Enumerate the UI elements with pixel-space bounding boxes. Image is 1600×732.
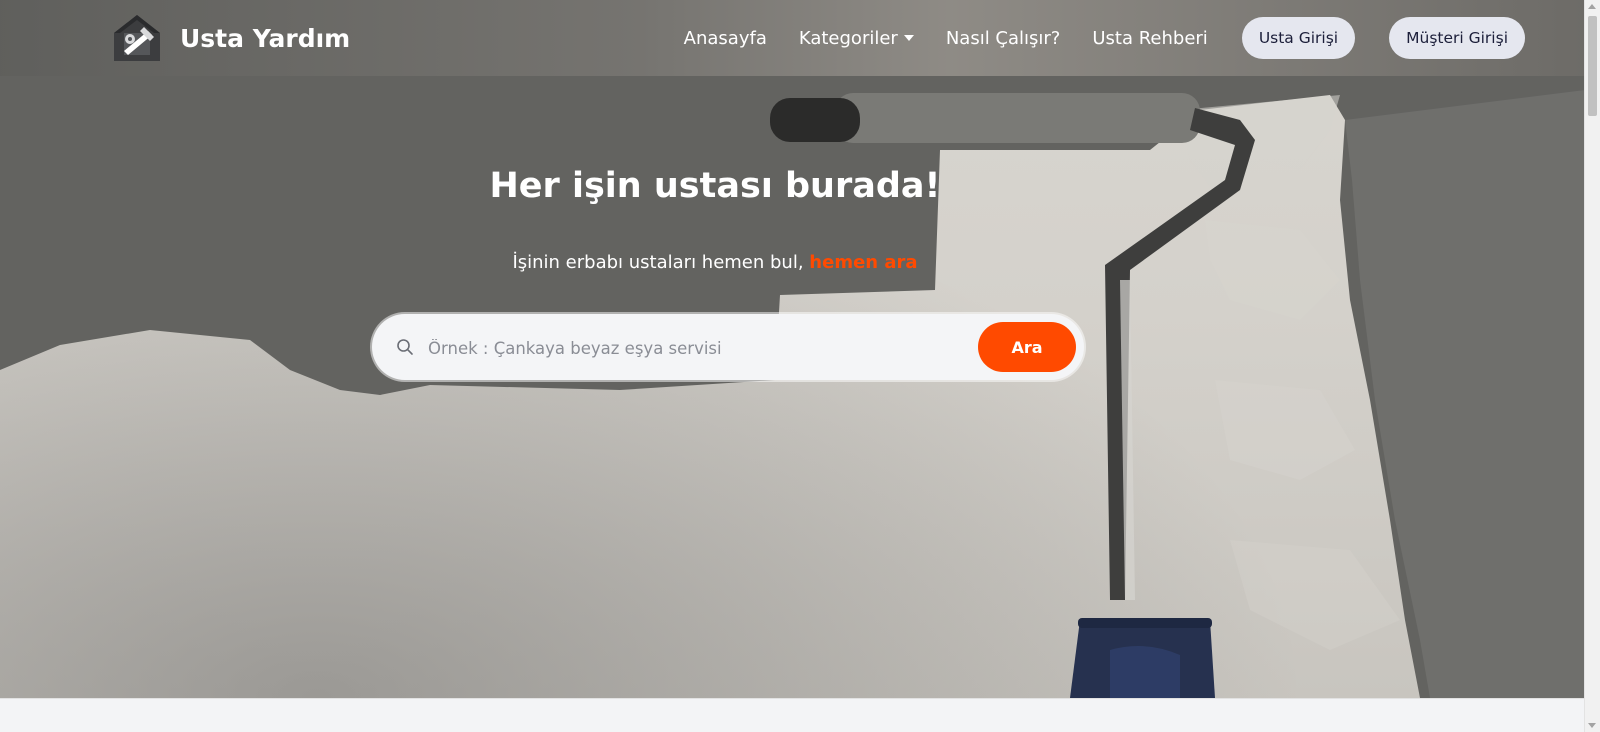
scroll-thumb[interactable] bbox=[1588, 16, 1597, 116]
hero-subtitle-text: İşinin erbabı ustaları hemen bul, bbox=[512, 252, 810, 273]
nav-links: Anasayfa Kategoriler Nasıl Çalışır? Usta… bbox=[652, 0, 1525, 76]
hero-subtitle: İşinin erbabı ustaları hemen bul, hemen … bbox=[0, 252, 1430, 273]
nav-link-nasil-calisir[interactable]: Nasıl Çalışır? bbox=[946, 28, 1061, 49]
scroll-up-arrow-icon[interactable] bbox=[1588, 4, 1596, 9]
usta-login-button[interactable]: Usta Girişi bbox=[1241, 17, 1356, 59]
top-navbar: Usta Yardım Anasayfa Kategoriler Nasıl Ç… bbox=[0, 0, 1585, 76]
search-button[interactable]: Ara bbox=[978, 322, 1076, 372]
search-input[interactable] bbox=[426, 327, 950, 369]
browser-viewport: Usta Yardım Anasayfa Kategoriler Nasıl Ç… bbox=[0, 0, 1600, 732]
house-tools-logo-icon bbox=[114, 15, 160, 61]
nav-link-label: Kategoriler bbox=[798, 27, 898, 49]
caret-down-icon bbox=[903, 35, 914, 41]
scroll-down-arrow-icon[interactable] bbox=[1588, 723, 1596, 728]
nav-link-label: Nasıl Çalışır? bbox=[945, 27, 1061, 49]
nav-link-anasayfa[interactable]: Anasayfa bbox=[684, 28, 767, 49]
hero-subtitle-accent: hemen ara bbox=[809, 252, 918, 273]
brand[interactable]: Usta Yardım bbox=[110, 11, 350, 65]
hero-section: Usta Yardım Anasayfa Kategoriler Nasıl Ç… bbox=[0, 0, 1585, 698]
nav-link-label: Usta Rehberi bbox=[1092, 27, 1208, 49]
hero-title: Her işin ustası burada! bbox=[489, 166, 941, 206]
nav-link-usta-rehberi[interactable]: Usta Rehberi bbox=[1092, 28, 1207, 49]
nav-link-label: Anasayfa bbox=[683, 27, 767, 49]
search-icon bbox=[397, 339, 413, 355]
page-content-start bbox=[0, 698, 1585, 732]
vertical-scrollbar[interactable] bbox=[1584, 0, 1600, 732]
nav-link-kategoriler[interactable]: Kategoriler bbox=[799, 28, 914, 49]
customer-login-button[interactable]: Müşteri Girişi bbox=[1389, 17, 1525, 59]
search-bar: Ara bbox=[372, 314, 1084, 380]
brand-name: Usta Yardım bbox=[180, 23, 351, 53]
